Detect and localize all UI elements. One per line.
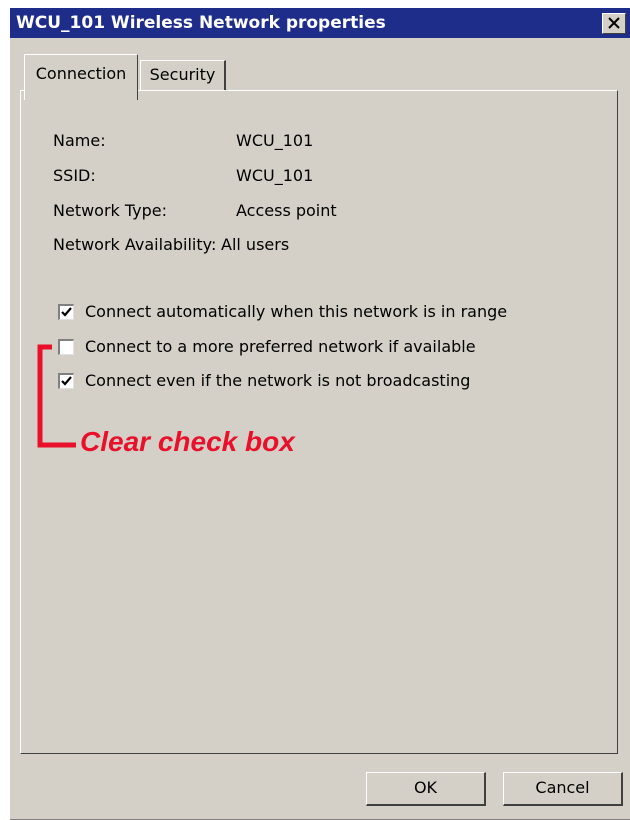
network-availability-label: Network Availability: [53, 235, 217, 254]
connect-automatically-checkbox[interactable] [58, 304, 74, 320]
connect-preferred-checkbox[interactable] [58, 339, 74, 355]
tab-security[interactable]: Security [140, 60, 226, 90]
title-bar[interactable]: WCU_101 Wireless Network properties [10, 8, 630, 38]
close-button[interactable] [602, 13, 626, 34]
connection-panel: Name: WCU_101 SSID: WCU_101 Network Type… [20, 90, 618, 754]
network-type-label: Network Type: [53, 201, 168, 220]
name-value: WCU_101 [236, 131, 314, 150]
tab-connection[interactable]: Connection [24, 54, 138, 100]
connect-not-broadcasting-label[interactable]: Connect even if the network is not broad… [85, 371, 470, 390]
connect-not-broadcasting-checkbox[interactable] [58, 373, 74, 389]
annotation-label: Clear check box [80, 426, 295, 457]
ok-button[interactable]: OK [366, 772, 486, 806]
network-properties-dialog: WCU_101 Wireless Network properties Conn… [10, 8, 630, 820]
cancel-button[interactable]: Cancel [503, 772, 623, 806]
network-type-value: Access point [236, 201, 337, 220]
window-title: WCU_101 Wireless Network properties [16, 13, 386, 33]
ssid-value: WCU_101 [236, 166, 314, 185]
ssid-label: SSID: [53, 166, 96, 185]
name-label: Name: [53, 131, 106, 150]
connect-preferred-label[interactable]: Connect to a more preferred network if a… [85, 337, 476, 356]
network-availability-value: All users [221, 235, 290, 254]
close-icon [608, 17, 620, 29]
checkmark-icon [61, 376, 72, 386]
connect-automatically-label[interactable]: Connect automatically when this network … [85, 302, 507, 321]
checkmark-icon [61, 307, 72, 317]
